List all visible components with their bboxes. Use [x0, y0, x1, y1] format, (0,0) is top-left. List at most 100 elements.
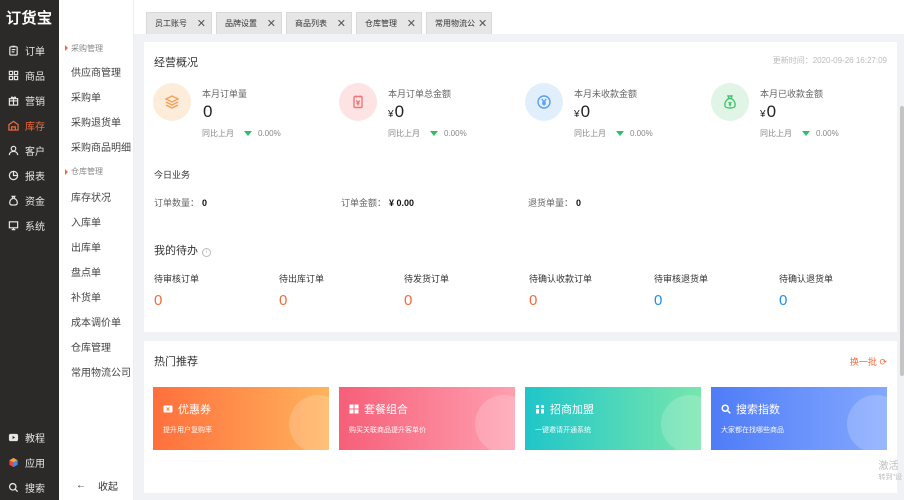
decor-circle [475, 395, 515, 450]
subnav-item-stocktake[interactable]: 盘点单 [59, 259, 133, 284]
rail-item-label: 商品 [25, 72, 45, 83]
todo-pending-review-orders[interactable]: 待审核订单 0 [154, 272, 274, 309]
overview-title: 经营概况 [154, 57, 198, 69]
todo-pending-outbound-orders[interactable]: 待出库订单 0 [279, 272, 399, 309]
rail-item-label: 系统 [25, 222, 45, 233]
rail-item-products[interactable]: 商品 [0, 63, 59, 88]
todo-title: 我的待办 i [154, 242, 211, 258]
subnav-item-outbound[interactable]: 出库单 [59, 234, 133, 259]
stat-compare: 同比上月 0.00% [574, 129, 653, 138]
rail-item-funds[interactable]: 资金 [0, 188, 59, 213]
update-time: 更新时间：2020-09-26 16:27:09 [772, 56, 887, 65]
pie-chart-icon [7, 170, 19, 182]
rail-item-orders[interactable]: 订单 [0, 38, 59, 63]
todo-pending-return-review[interactable]: 待审核退货单 0 [654, 272, 774, 309]
gift-icon [7, 95, 19, 107]
grid-icon [7, 70, 19, 82]
tab-product-list[interactable]: 商品列表 ✕ [286, 12, 352, 34]
rail-item-label: 应用 [25, 459, 45, 470]
layers-icon [153, 83, 191, 121]
stat-monthly-orders: 本月订单量 0 同比上月 0.00% [144, 83, 329, 153]
promo-coupon[interactable]: 优惠券 提升用户复购率 [153, 387, 329, 450]
secondary-sidebar: 采购管理 供应商管理 采购单 采购退货单 采购商品明细 仓库管理 库存状况 入库… [59, 0, 134, 500]
rail-item-label: 搜索 [25, 484, 45, 495]
rail-item-customers[interactable]: 客户 [0, 138, 59, 163]
todo-pending-payment-confirm[interactable]: 待确认收款订单 0 [529, 272, 649, 309]
subnav-item-purchase-details[interactable]: 采购商品明细 [59, 134, 133, 159]
today-order-count: 订单数量： 0 [154, 198, 208, 208]
stat-label: 本月未收款金额 [574, 89, 638, 99]
search-icon [7, 482, 19, 494]
close-icon[interactable]: ✕ [478, 17, 487, 30]
stat-label: 本月已收款金额 [760, 89, 824, 99]
scrollbar[interactable] [900, 106, 904, 376]
subnav-item-warehouse-manage[interactable]: 仓库管理 [59, 334, 133, 359]
stat-value: 0 [203, 102, 213, 121]
close-icon[interactable]: ✕ [407, 17, 416, 30]
subnav-item-purchase-orders[interactable]: 采购单 [59, 84, 133, 109]
stat-compare: 同比上月 0.00% [760, 129, 839, 138]
subnav-item-inbound[interactable]: 入库单 [59, 209, 133, 234]
rail-item-system[interactable]: 系统 [0, 213, 59, 238]
rail-item-label: 库存 [25, 122, 45, 133]
yen-coin-icon [525, 83, 563, 121]
coupon-icon [163, 404, 173, 414]
rail-item-label: 教程 [25, 434, 45, 445]
rail-item-apps[interactable]: 应用 [0, 450, 59, 475]
todo-pending-shipment-orders[interactable]: 待发货订单 0 [404, 272, 524, 309]
clipboard-icon [7, 45, 19, 57]
tab-brand-settings[interactable]: 品牌设置 ✕ [216, 12, 282, 34]
receipt-icon [339, 83, 377, 121]
stat-monthly-unpaid: 本月未收款金额 ¥0 同比上月 0.00% [516, 83, 701, 153]
tab-staff-accounts[interactable]: 员工账号 ✕ [146, 12, 212, 34]
refresh-icon: ⟳ [879, 357, 887, 367]
cube-icon [7, 457, 19, 469]
play-icon [7, 432, 19, 444]
app-logo: 订货宝 [6, 9, 53, 27]
close-icon[interactable]: ✕ [267, 17, 276, 30]
money-bag-icon [711, 83, 749, 121]
decor-circle [289, 395, 329, 450]
rail-item-search[interactable]: 搜索 [0, 475, 59, 500]
rail-item-inventory[interactable]: 库存 [0, 113, 59, 138]
stat-value: ¥0 [388, 102, 405, 121]
rail-item-label: 资金 [25, 197, 45, 208]
overview-card: 经营概况 更新时间：2020-09-26 16:27:09 本月订单量 0 同比… [144, 42, 897, 258]
rail-item-marketing[interactable]: 营销 [0, 88, 59, 113]
tab-logistics[interactable]: 常用物流公 ✕ [426, 12, 492, 34]
todo-pending-return-confirm[interactable]: 待确认退货单 0 [779, 272, 899, 309]
subnav-item-logistics[interactable]: 常用物流公司 [59, 359, 133, 384]
today-return-count: 退货单量： 0 [528, 198, 582, 208]
today-title: 今日业务 [154, 170, 191, 180]
stat-label: 本月订单量 [202, 89, 248, 99]
close-icon[interactable]: ✕ [337, 17, 346, 30]
tab-warehouse-manage[interactable]: 仓库管理 ✕ [356, 12, 422, 34]
stat-compare: 同比上月 0.00% [202, 129, 281, 138]
rail-item-reports[interactable]: 报表 [0, 163, 59, 188]
activation-watermark: 激活 转到"设 [878, 461, 903, 481]
subnav-item-stock-status[interactable]: 库存状况 [59, 184, 133, 209]
info-icon[interactable]: i [202, 247, 211, 257]
money-bag-icon [7, 195, 19, 207]
promo-search-index[interactable]: 搜索指数 大家都在找哪些商品 [711, 387, 887, 450]
refresh-button[interactable]: 换一批 ⟳ [850, 355, 887, 368]
today-order-amount: 订单金额： ¥ 0.00 [341, 198, 415, 208]
close-icon[interactable]: ✕ [197, 17, 206, 30]
caret-right-icon [65, 45, 68, 51]
subnav-item-suppliers[interactable]: 供应商管理 [59, 59, 133, 84]
hot-recommend-card: 热门推荐 换一批 ⟳ 优惠券 提升用户复购率 套餐组合 购买关联商品提升客单价 … [144, 341, 897, 493]
triangle-down-icon [616, 131, 624, 136]
rail-item-tutorial[interactable]: 教程 [0, 425, 59, 450]
subnav-item-cost-adjust[interactable]: 成本调价单 [59, 309, 133, 334]
promo-franchise[interactable]: 招商加盟 一键邀请开通系统 [525, 387, 701, 450]
rail-item-label: 报表 [25, 172, 45, 183]
collapse-button[interactable]: ← 收起 [59, 478, 134, 493]
subnav-item-replenish[interactable]: 补货单 [59, 284, 133, 309]
monitor-icon [7, 220, 19, 232]
decor-circle [661, 395, 701, 450]
triangle-down-icon [802, 131, 810, 136]
promo-combo[interactable]: 套餐组合 购买关联商品提升客单价 [339, 387, 515, 450]
subnav-item-purchase-returns[interactable]: 采购退货单 [59, 109, 133, 134]
decor-circle [847, 395, 887, 450]
tab-bar: 员工账号 ✕ 品牌设置 ✕ 商品列表 ✕ 仓库管理 ✕ 常用物流公 ✕ [134, 0, 904, 34]
